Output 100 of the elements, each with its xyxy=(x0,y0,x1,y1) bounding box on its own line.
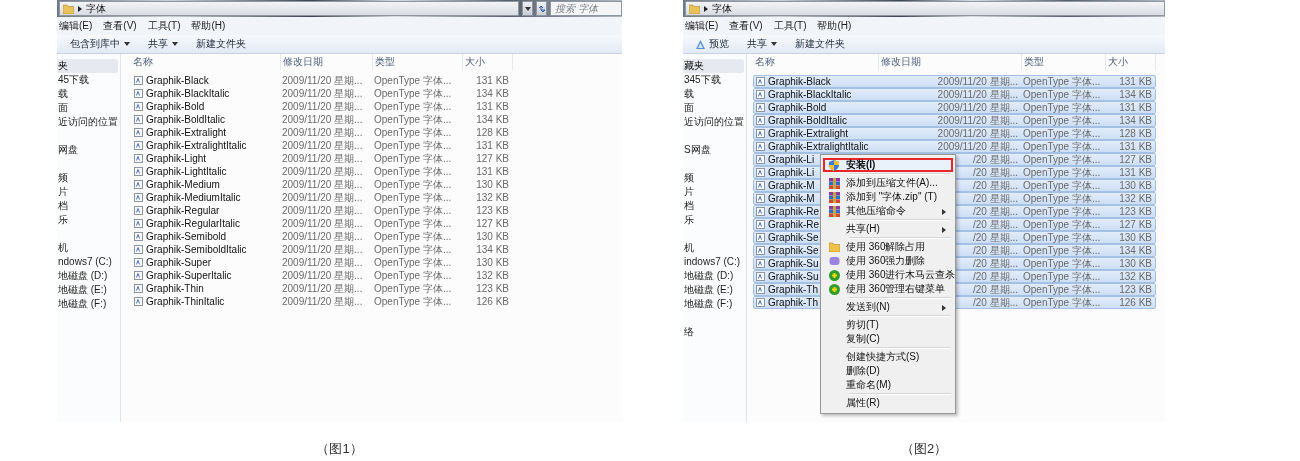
file-name: Graphik-Black xyxy=(768,76,831,87)
modified-date: 2009/11/20 星期... xyxy=(282,203,363,218)
modified-date: 2009/11/20 星期... xyxy=(282,294,363,309)
file-size: 131 KB xyxy=(476,75,509,86)
file-name: Graphik-MediumItalic xyxy=(146,192,241,203)
file-size: 130 KB xyxy=(476,231,509,242)
file-size: 131 KB xyxy=(476,166,509,177)
file-size: 127 KB xyxy=(476,153,509,164)
file-name: Graphik-ThinItalic xyxy=(146,296,225,307)
figure-caption: （图2） xyxy=(900,440,948,458)
file-name: Graphik-Extralight xyxy=(146,127,227,138)
file-name: Graphik-Th xyxy=(768,284,818,295)
modified-date: /20 星期... xyxy=(973,295,1018,310)
modified-date: /20 星期... xyxy=(973,243,1018,258)
modified-date: /20 星期... xyxy=(973,204,1018,219)
modified-date: 2009/11/20 星期... xyxy=(937,113,1018,128)
file-name: Graphik-Su xyxy=(768,258,819,269)
file-name: Graphik-LightItalic xyxy=(146,166,227,177)
file-name: Graphik-BoldItalic xyxy=(146,114,225,125)
file-type: OpenType 字体... xyxy=(374,125,452,140)
modified-date: /20 星期... xyxy=(973,282,1018,297)
modified-date: /20 星期... xyxy=(973,217,1018,232)
file-name: Graphik-Super xyxy=(146,257,212,268)
modified-date: 2009/11/20 星期... xyxy=(282,190,363,205)
file-name: Graphik-Bold xyxy=(768,102,827,113)
file-name: Graphik-Th xyxy=(768,297,818,308)
file-name: Graphik-Li xyxy=(768,167,815,178)
file-size: 131 KB xyxy=(1119,167,1152,178)
figure-caption: （图1） xyxy=(316,440,363,458)
file-type: OpenType 字体... xyxy=(1023,295,1101,310)
file-size: 126 KB xyxy=(476,296,509,307)
modified-date: 2009/11/20 星期... xyxy=(282,229,363,244)
file-type: OpenType 字体... xyxy=(1023,243,1101,258)
file-size: 130 KB xyxy=(1119,232,1152,243)
file-size: 123 KB xyxy=(1119,206,1152,217)
file-size: 134 KB xyxy=(1119,115,1152,126)
file-type: OpenType 字体... xyxy=(374,177,452,192)
modified-date: 2009/11/20 星期... xyxy=(937,139,1018,154)
file-type: OpenType 字体... xyxy=(1023,100,1101,115)
modified-date: 2009/11/20 星期... xyxy=(282,112,363,127)
file-size: 130 KB xyxy=(1119,258,1152,269)
file-name: Graphik-BoldItalic xyxy=(768,115,847,126)
file-name: Graphik-Extralight xyxy=(768,128,849,139)
modified-date: 2009/11/20 星期... xyxy=(282,216,363,231)
file-name: Graphik-Bold xyxy=(146,101,205,112)
file-size: 134 KB xyxy=(476,244,509,255)
file-type: OpenType 字体... xyxy=(1023,217,1101,232)
file-name: Graphik-M xyxy=(768,193,815,204)
file-type: OpenType 字体... xyxy=(374,190,452,205)
file-type: OpenType 字体... xyxy=(1023,230,1101,245)
modified-date: 2009/11/20 星期... xyxy=(282,281,363,296)
file-type: OpenType 字体... xyxy=(1023,282,1101,297)
file-size: 130 KB xyxy=(1119,180,1152,191)
file-size: 130 KB xyxy=(476,179,509,190)
modified-date: 2009/11/20 星期... xyxy=(282,242,363,257)
file-size: 131 KB xyxy=(1119,141,1152,152)
file-size: 134 KB xyxy=(476,88,509,99)
modified-date: 2009/11/20 星期... xyxy=(282,73,363,88)
file-name: Graphik-Re xyxy=(768,219,820,230)
file-name: Graphik-SuperItalic xyxy=(146,270,232,281)
file-name: Graphik-Se xyxy=(768,245,819,256)
file-type: OpenType 字体... xyxy=(374,281,452,296)
file-size: 134 KB xyxy=(1119,245,1152,256)
file-name: Graphik-SemiboldItalic xyxy=(146,244,247,255)
file-type: OpenType 字体... xyxy=(374,138,452,153)
file-name: Graphik-ExtralightItalic xyxy=(146,140,247,151)
file-type: OpenType 字体... xyxy=(1023,126,1101,141)
file-type: OpenType 字体... xyxy=(1023,152,1101,167)
file-name: Graphik-Semibold xyxy=(146,231,227,242)
modified-date: /20 星期... xyxy=(973,191,1018,206)
file-type: OpenType 字体... xyxy=(1023,269,1101,284)
file-size: 132 KB xyxy=(476,192,509,203)
file-size: 128 KB xyxy=(476,127,509,138)
modified-date: 2009/11/20 星期... xyxy=(282,268,363,283)
file-type: OpenType 字体... xyxy=(374,86,452,101)
file-name: Graphik-BlackItalic xyxy=(768,89,852,100)
file-size: 132 KB xyxy=(1119,193,1152,204)
modified-date: 2009/11/20 星期... xyxy=(937,126,1018,141)
modified-date: 2009/11/20 星期... xyxy=(282,255,363,270)
file-type: OpenType 字体... xyxy=(374,242,452,257)
file-size: 123 KB xyxy=(1119,284,1152,295)
file-type: OpenType 字体... xyxy=(1023,139,1101,154)
file-size: 134 KB xyxy=(476,114,509,125)
file-type: OpenType 字体... xyxy=(374,203,452,218)
file-type: OpenType 字体... xyxy=(374,229,452,244)
file-size: 131 KB xyxy=(1119,76,1152,87)
modified-date: 2009/11/20 星期... xyxy=(282,164,363,179)
modified-date: 2009/11/20 星期... xyxy=(282,151,363,166)
file-type: OpenType 字体... xyxy=(1023,74,1101,89)
modified-date: 2009/11/20 星期... xyxy=(937,87,1018,102)
modified-date: /20 星期... xyxy=(973,152,1018,167)
modified-date: /20 星期... xyxy=(973,256,1018,271)
file-type: OpenType 字体... xyxy=(374,164,452,179)
file-type: OpenType 字体... xyxy=(374,151,452,166)
modified-date: /20 星期... xyxy=(973,178,1018,193)
file-name: Graphik-RegularItalic xyxy=(146,218,240,229)
file-type: OpenType 字体... xyxy=(1023,113,1101,128)
file-type: OpenType 字体... xyxy=(1023,178,1101,193)
file-size: 128 KB xyxy=(1119,128,1152,139)
modified-date: 2009/11/20 星期... xyxy=(282,177,363,192)
